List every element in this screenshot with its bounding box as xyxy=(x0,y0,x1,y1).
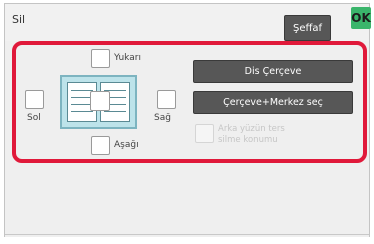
left-checkbox[interactable] xyxy=(25,90,44,109)
transparent-button[interactable]: Şeffaf xyxy=(284,15,331,41)
header-bar: Sil Şeffaf OK xyxy=(5,4,371,41)
frame-center-button[interactable]: Çerçeve+Merkez seç xyxy=(193,91,353,114)
frame-button[interactable]: Dis Çerçeve xyxy=(193,60,353,83)
right-checkbox[interactable] xyxy=(157,90,176,109)
back-side-checkbox[interactable] xyxy=(195,124,214,143)
divider xyxy=(5,234,369,235)
right-label: Sağ xyxy=(154,113,171,123)
bottom-label: Aşağı xyxy=(114,140,139,150)
center-checkbox[interactable] xyxy=(90,91,110,111)
page-title: Sil xyxy=(12,13,26,26)
top-label: Yukarı xyxy=(114,53,141,63)
back-side-label-line1: Arka yüzün ters xyxy=(218,124,285,134)
left-label: Sol xyxy=(27,113,41,123)
top-checkbox[interactable] xyxy=(91,49,110,68)
back-side-label-line2: silme konumu xyxy=(218,135,278,145)
ok-button[interactable]: OK xyxy=(351,7,371,29)
bottom-checkbox[interactable] xyxy=(91,136,110,155)
book-line xyxy=(71,111,93,112)
book-line xyxy=(104,111,126,112)
